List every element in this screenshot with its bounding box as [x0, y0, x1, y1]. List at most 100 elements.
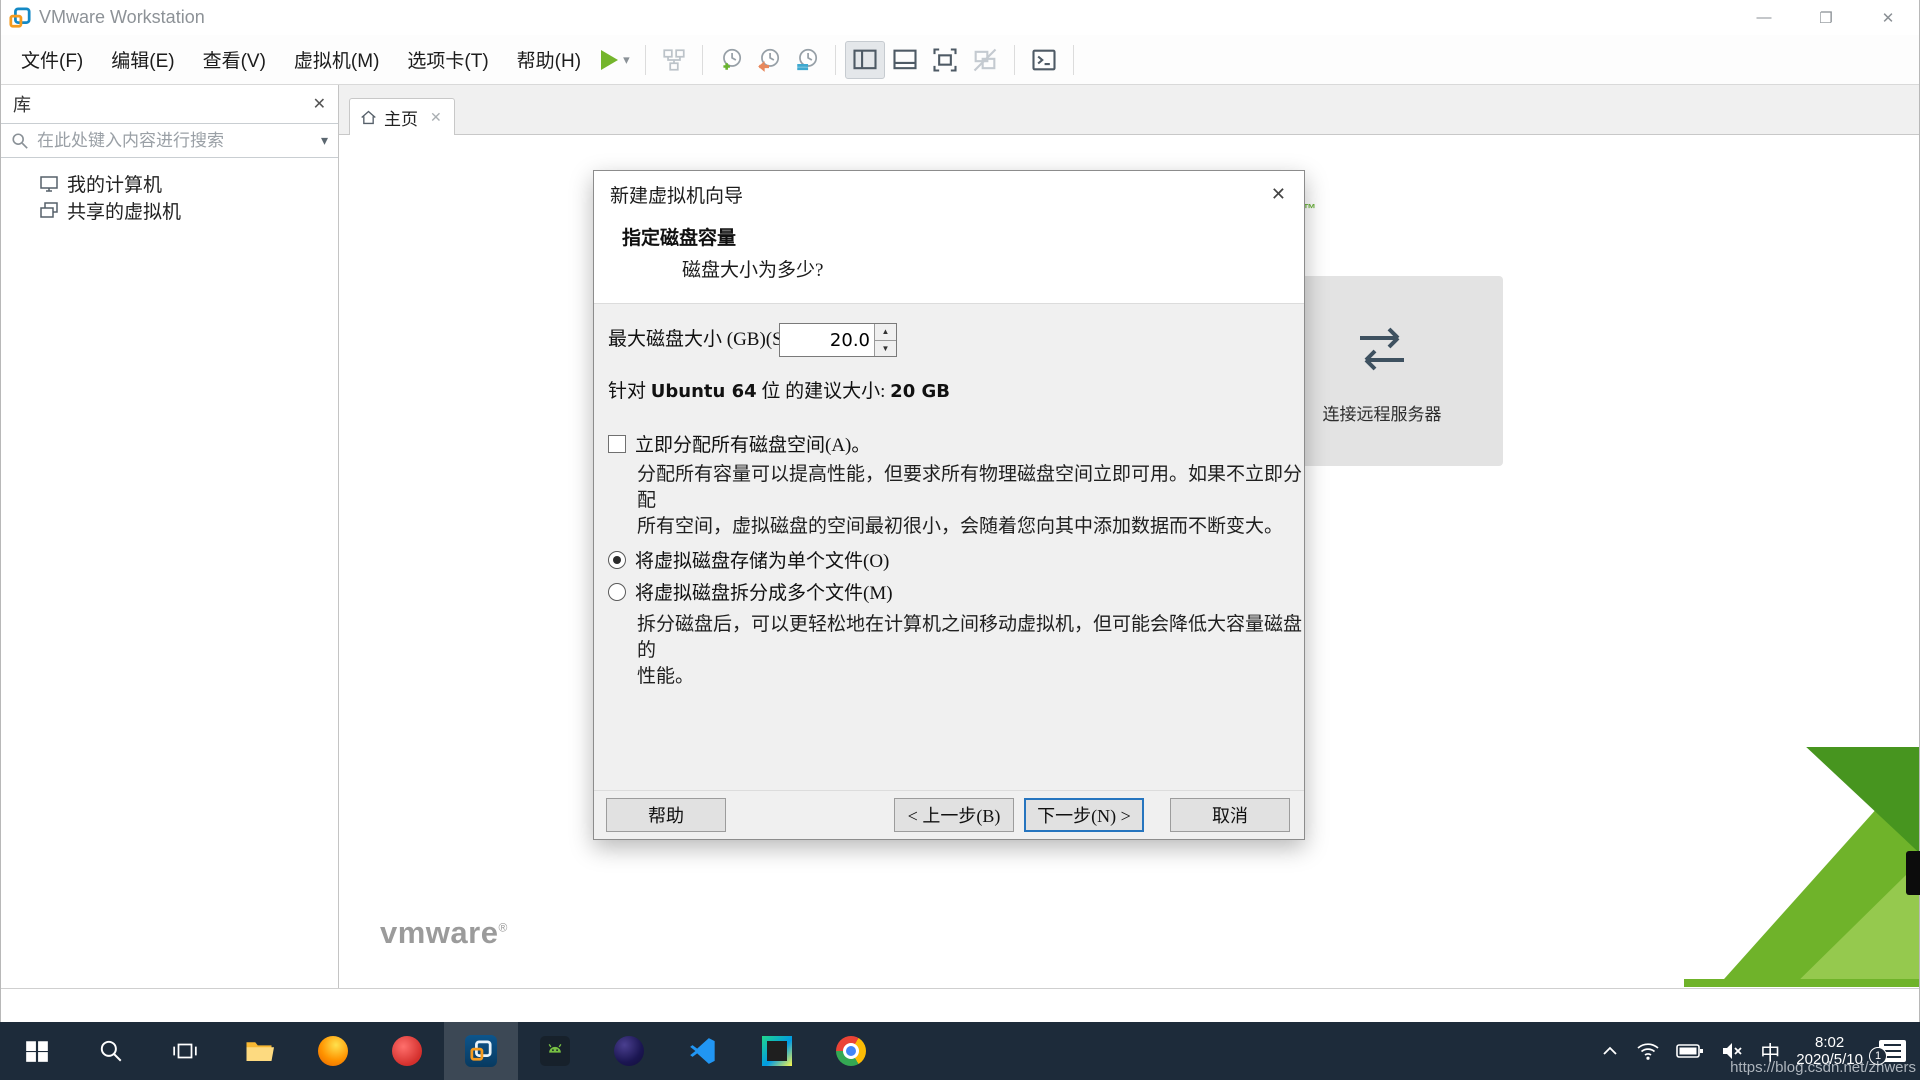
- toolbar-separator: [1013, 44, 1015, 75]
- search-dropdown-icon[interactable]: ▾: [321, 132, 328, 149]
- toolbar-separator: [1072, 44, 1074, 75]
- menu-vm[interactable]: 虚拟机(M): [280, 38, 393, 81]
- show-thumbnail-bar-button[interactable]: [885, 41, 925, 79]
- unity-mode-button[interactable]: [965, 41, 1005, 79]
- search-icon: [12, 132, 28, 149]
- registered-mark: ®: [498, 920, 508, 935]
- notification-badge: 1: [1869, 1047, 1887, 1065]
- radio-selected[interactable]: [608, 550, 626, 569]
- thumbnail-bar-icon: [893, 49, 917, 69]
- show-library-button[interactable]: [844, 40, 885, 79]
- allocate-now-label: 立即分配所有磁盘空间(A)。: [635, 435, 871, 456]
- menu-tabs[interactable]: 选项卡(T): [393, 38, 502, 81]
- menu-file[interactable]: 文件(F): [7, 38, 97, 81]
- close-icon[interactable]: ✕: [1857, 0, 1919, 35]
- wifi-icon[interactable]: [1636, 1039, 1660, 1063]
- start-button[interactable]: [0, 1022, 74, 1080]
- tree-item-label: 共享的虚拟机: [67, 202, 182, 223]
- dialog-subheading: 磁盘大小为多少?: [682, 260, 824, 281]
- vmware-logo-text: vmware: [380, 915, 499, 950]
- firefox-button[interactable]: [296, 1022, 370, 1080]
- snapshot-take-icon: [722, 48, 741, 70]
- store-single-file-radio-row[interactable]: 将虚拟磁盘存储为单个文件(O): [608, 546, 889, 573]
- spin-up-icon[interactable]: ▲: [875, 324, 896, 341]
- power-on-button[interactable]: ▾: [595, 45, 636, 75]
- next-button[interactable]: 下一步(N) >: [1024, 798, 1144, 832]
- tab-home-label: 主页: [384, 110, 418, 129]
- android-app-icon: [540, 1036, 570, 1066]
- vmware-taskbar-button[interactable]: [444, 1022, 518, 1080]
- library-close-icon[interactable]: ✕: [313, 94, 326, 114]
- green-strip: [1684, 979, 1919, 987]
- home-icon: [361, 110, 376, 125]
- back-button[interactable]: < 上一步(B): [894, 798, 1014, 832]
- eclipse-icon: [614, 1036, 644, 1066]
- allocate-description: 分配所有容量可以提高性能，但要求所有物理磁盘空间立即可用。如果不立即分配 所有空…: [637, 462, 1304, 540]
- tree-item-shared-vms[interactable]: 共享的虚拟机: [1, 197, 338, 224]
- allocate-now-checkbox-row[interactable]: 立即分配所有磁盘空间(A)。: [608, 430, 870, 457]
- checkbox-unchecked[interactable]: [608, 434, 626, 453]
- system-tray: 中 8:02 2020/5/10 1: [1600, 1022, 1920, 1080]
- search-icon: [100, 1040, 122, 1062]
- snapshot-manager-icon: [796, 48, 817, 70]
- windows-taskbar: 中 8:02 2020/5/10 1: [0, 1022, 1920, 1080]
- search-input[interactable]: [37, 130, 316, 151]
- file-explorer-button[interactable]: [222, 1022, 296, 1080]
- cancel-button[interactable]: 取消: [1170, 798, 1290, 832]
- chevron-down-icon[interactable]: ▾: [623, 52, 630, 68]
- tray-chevron-up-icon[interactable]: [1600, 1041, 1620, 1061]
- menu-edit[interactable]: 编辑(E): [97, 38, 188, 81]
- ime-indicator[interactable]: 中: [1760, 1037, 1780, 1066]
- send-to-server-button[interactable]: [655, 42, 693, 78]
- maximize-icon[interactable]: ❐: [1795, 0, 1857, 35]
- red-app-button[interactable]: [370, 1022, 444, 1080]
- eclipse-button[interactable]: [592, 1022, 666, 1080]
- store-single-file-label: 将虚拟磁盘存储为单个文件(O): [635, 551, 890, 572]
- recommend-os: Ubuntu 64: [650, 381, 757, 402]
- volume-muted-icon[interactable]: [1720, 1039, 1744, 1063]
- spin-down-icon[interactable]: ▼: [875, 340, 896, 356]
- android-app-button[interactable]: [518, 1022, 592, 1080]
- side-widget-tab[interactable]: [1906, 851, 1920, 895]
- tab-close-icon[interactable]: ✕: [430, 109, 442, 126]
- tree-item-my-computer[interactable]: 我的计算机: [1, 170, 338, 197]
- chrome-button[interactable]: [814, 1022, 888, 1080]
- split-multiple-files-radio-row[interactable]: 将虚拟磁盘拆分成多个文件(M): [608, 578, 893, 605]
- vmware-taskbar-icon: [465, 1035, 497, 1067]
- console-view-button[interactable]: [1024, 41, 1064, 79]
- title-bar: VMware Workstation — ❐ ✕: [1, 0, 1919, 35]
- window-title: VMware Workstation: [39, 7, 205, 27]
- pycharm-icon: [762, 1036, 792, 1066]
- disk-size-spinner: ▲ ▼: [779, 323, 897, 357]
- pycharm-button[interactable]: [740, 1022, 814, 1080]
- max-disk-size-label: 最大磁盘大小 (GB)(S):: [608, 329, 795, 350]
- taskbar-clock[interactable]: 8:02 2020/5/10: [1796, 1034, 1863, 1068]
- spinner-buttons: ▲ ▼: [874, 324, 896, 356]
- vscode-button[interactable]: [666, 1022, 740, 1080]
- menu-view[interactable]: 查看(V): [189, 38, 280, 81]
- take-snapshot-button[interactable]: [712, 42, 750, 78]
- task-view-button[interactable]: [148, 1022, 222, 1080]
- fullscreen-button[interactable]: [925, 41, 965, 79]
- dialog-title: 新建虚拟机向导: [610, 185, 744, 207]
- disk-size-input[interactable]: [780, 324, 874, 356]
- help-button[interactable]: 帮助: [606, 798, 726, 832]
- allocate-desc-line2: 所有空间，虚拟磁盘的空间最初很小，会随着您向其中添加数据而不断变大。: [637, 516, 1284, 537]
- remote-tile-label: 连接远程服务器: [1322, 404, 1442, 424]
- dialog-close-icon[interactable]: ✕: [1271, 184, 1286, 205]
- clock-time: 8:02: [1815, 1034, 1845, 1051]
- taskbar-search-button[interactable]: [74, 1022, 148, 1080]
- minimize-icon[interactable]: —: [1733, 0, 1795, 35]
- radio-unselected[interactable]: [608, 582, 626, 601]
- battery-icon[interactable]: [1676, 1041, 1704, 1061]
- manage-snapshots-button[interactable]: [788, 42, 826, 78]
- menu-help[interactable]: 帮助(H): [503, 38, 595, 81]
- toolbar-separator: [834, 44, 836, 75]
- revert-snapshot-button[interactable]: [750, 42, 788, 78]
- recommend-prefix: 针对: [608, 381, 647, 402]
- red-app-icon: [392, 1036, 422, 1066]
- remote-server-arrows-icon: [1360, 327, 1404, 370]
- action-center-button[interactable]: 1: [1869, 1040, 1906, 1065]
- play-icon: [601, 49, 619, 70]
- tab-home[interactable]: 主页 ✕: [349, 98, 455, 136]
